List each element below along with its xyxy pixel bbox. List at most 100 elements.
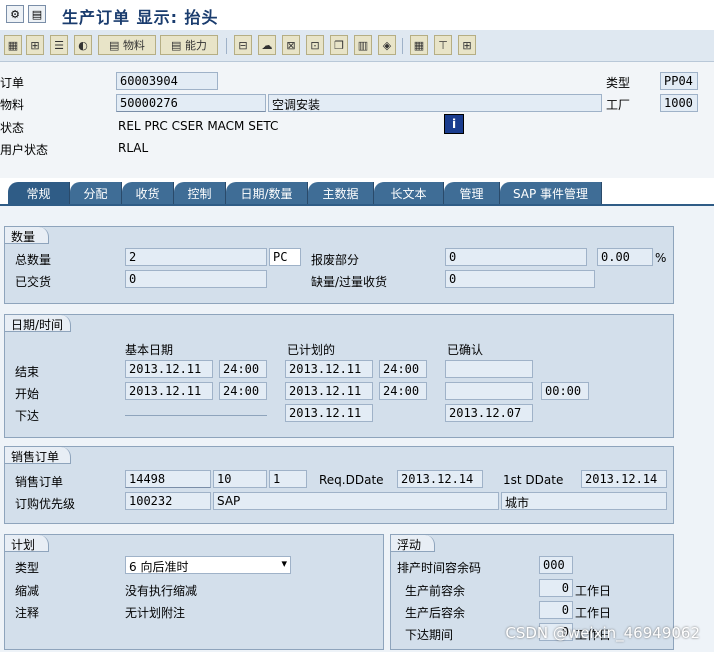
unit-field[interactable]: PC	[269, 248, 301, 266]
release-label: 下达	[15, 409, 40, 423]
color-icon[interactable]: ◐	[74, 35, 92, 55]
grid-icon[interactable]: ⊞	[458, 35, 476, 55]
document-icon[interactable]: ▤	[28, 5, 46, 23]
type-field[interactable]: PP04	[660, 72, 698, 90]
dropdown-icon[interactable]: ▾	[281, 557, 287, 570]
margin-key-field[interactable]: 000	[539, 556, 573, 574]
finish-conf-date[interactable]	[445, 360, 533, 378]
capacity-button[interactable]: ▤ 能力	[160, 35, 218, 55]
info-icon[interactable]: i	[444, 114, 464, 134]
plant-field[interactable]: 1000	[660, 94, 698, 112]
tab-long-text[interactable]: 长文本	[374, 182, 444, 204]
release-sched-date[interactable]: 2013.12.11	[285, 404, 373, 422]
sales-order-item-field[interactable]: 10	[213, 470, 267, 488]
order-label: 订单	[0, 76, 25, 90]
user-status-value: RLAL	[118, 141, 149, 155]
structure-icon[interactable]: ⊟	[234, 35, 252, 55]
material-description: 空调安装	[268, 94, 602, 112]
release-period-label: 下达期间	[405, 628, 454, 642]
plant-label: 工厂	[606, 98, 631, 112]
material-button[interactable]: ▤ 物料	[98, 35, 156, 55]
start-sched-date[interactable]: 2013.12.11	[285, 382, 373, 400]
application-toolbar: ▦ ⊞ ☰ ◐ ▤ 物料 ▤ 能力 ⊟ ☁ ⊠ ⊡ ❐ ▥ ◈ ▦ ⊤ ⊞	[0, 30, 714, 62]
release-conf-date[interactable]: 2013.12.07	[445, 404, 533, 422]
start-conf-time[interactable]: 00:00	[541, 382, 589, 400]
material-icon: ▤	[109, 38, 123, 52]
finish-sched-time[interactable]: 24:00	[379, 360, 427, 378]
watermark: CSDN @weixin_46949062	[505, 624, 700, 642]
reduce-value: 没有执行缩减	[125, 584, 198, 598]
start-conf-date[interactable]	[445, 382, 533, 400]
start-basic-date[interactable]: 2013.12.11	[125, 382, 213, 400]
col-confirmed: 已确认	[447, 343, 484, 357]
sales-order-label: 销售订单	[15, 475, 64, 489]
priority-city: 城市	[501, 492, 667, 510]
tree-icon[interactable]: ⊤	[434, 35, 452, 55]
start-basic-time[interactable]: 24:00	[219, 382, 267, 400]
total-qty-field[interactable]: 2	[125, 248, 267, 266]
network-icon[interactable]: ⊡	[306, 35, 324, 55]
scrap-percent-field[interactable]: 0.00	[597, 248, 653, 266]
tab-control[interactable]: 控制	[174, 182, 226, 204]
order-field[interactable]: 60003904	[116, 72, 218, 90]
tab-goods-receipt[interactable]: 收货	[122, 182, 174, 204]
float-before-field[interactable]: 0	[539, 579, 573, 597]
title-bar: ⚙ ▤ 生产订单 显示: 抬头	[0, 0, 714, 30]
dates-group-title: 日期/时间	[5, 315, 71, 332]
header-icon[interactable]: ▦	[4, 35, 22, 55]
shortage-label: 缺量/过量收货	[311, 275, 388, 289]
req-ddate-field[interactable]: 2013.12.14	[397, 470, 483, 488]
copy-icon[interactable]: ❐	[330, 35, 348, 55]
release-basic-line	[125, 415, 267, 416]
sales-order-group: 销售订单 销售订单 14498 10 1 Req.DDate 2013.12.1…	[4, 446, 674, 524]
user-status-label: 用户状态	[0, 143, 49, 157]
sales-order-field[interactable]: 14498	[125, 470, 211, 488]
float-after-label: 生产后容余	[405, 606, 466, 620]
start-sched-time[interactable]: 24:00	[379, 382, 427, 400]
toolbar-separator	[226, 38, 227, 54]
scrap-field[interactable]: 0	[445, 248, 587, 266]
page-title: 生产订单 显示: 抬头	[62, 8, 219, 27]
dates-group: 日期/时间 基本日期 已计划的 已确认 结束 2013.12.11 24:00 …	[4, 314, 674, 438]
col-basic-dates: 基本日期	[125, 343, 174, 357]
tab-sap-event-management[interactable]: SAP 事件管理	[500, 182, 602, 204]
material-field[interactable]: 50000276	[116, 94, 266, 112]
hierarchy-icon[interactable]: ⊠	[282, 35, 300, 55]
scrap-label: 报废部分	[311, 253, 360, 267]
planning-group: 计划 类型 6 向后准时 ▾ 缩减 没有执行缩减 注释 无计划附注	[4, 534, 384, 650]
float-group-title: 浮动	[391, 535, 435, 552]
tab-assignment[interactable]: 分配	[70, 182, 122, 204]
finish-label: 结束	[15, 365, 40, 379]
first-ddate-label: 1st DDate	[503, 473, 564, 487]
menu-icon[interactable]: ⚙	[6, 5, 24, 23]
plan-type-select[interactable]: 6 向后准时 ▾	[125, 556, 291, 574]
tab-dates-quantities[interactable]: 日期/数量	[226, 182, 308, 204]
order-header: 订单 60003904 物料 50000276 空调安装 状态 REL PRC …	[0, 62, 714, 178]
cube-icon[interactable]: ◈	[378, 35, 396, 55]
delivered-field[interactable]: 0	[125, 270, 267, 288]
cloud-icon[interactable]: ☁	[258, 35, 276, 55]
total-qty-label: 总数量	[15, 253, 52, 267]
note-value: 无计划附注	[125, 606, 186, 620]
finish-basic-date[interactable]: 2013.12.11	[125, 360, 213, 378]
float-after-field[interactable]: 0	[539, 601, 573, 619]
note-label: 注释	[15, 606, 40, 620]
priority-field[interactable]: 100232	[125, 492, 211, 510]
tab-master-data[interactable]: 主数据	[308, 182, 374, 204]
capacity-icon: ▤	[171, 38, 185, 52]
material-label: 物料	[0, 98, 25, 112]
tab-general[interactable]: 常规	[8, 182, 70, 204]
first-ddate-field[interactable]: 2013.12.14	[581, 470, 667, 488]
schedule-line-field[interactable]: 1	[269, 470, 307, 488]
table-icon[interactable]: ▦	[410, 35, 428, 55]
shortage-field[interactable]: 0	[445, 270, 595, 288]
tab-administration[interactable]: 管理	[444, 182, 500, 204]
float-before-unit: 工作日	[575, 584, 612, 598]
operations-icon[interactable]: ⊞	[26, 35, 44, 55]
finish-sched-date[interactable]: 2013.12.11	[285, 360, 373, 378]
status-label: 状态	[0, 121, 25, 135]
document-list-icon[interactable]: ▥	[354, 35, 372, 55]
list-icon[interactable]: ☰	[50, 35, 68, 55]
finish-basic-time[interactable]: 24:00	[219, 360, 267, 378]
float-after-unit: 工作日	[575, 606, 612, 620]
